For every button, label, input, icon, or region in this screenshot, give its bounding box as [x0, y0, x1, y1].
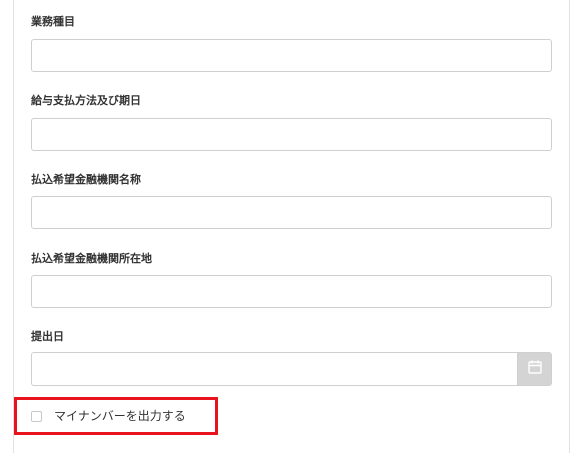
form-panel: 業務種目 給与支払方法及び期日 払込希望金融機関名称 払込希望金融機関所在地 提…: [0, 0, 581, 453]
calendar-button[interactable]: [517, 353, 551, 385]
bank-address-label: 払込希望金融機関所在地: [31, 252, 152, 265]
my-number-checkbox-row[interactable]: マイナンバーを出力する: [31, 408, 186, 424]
business-type-input[interactable]: [31, 39, 552, 72]
submit-date-label: 提出日: [31, 330, 64, 343]
my-number-checkbox-label: マイナンバーを出力する: [54, 409, 186, 423]
bank-name-label: 払込希望金融機関名称: [31, 173, 141, 186]
panel-left-border: [13, 0, 14, 453]
bank-address-input[interactable]: [31, 275, 552, 308]
my-number-checkbox[interactable]: [31, 410, 42, 422]
panel-right-border: [569, 0, 570, 453]
business-type-label: 業務種目: [31, 15, 75, 28]
submit-date-input[interactable]: [32, 353, 517, 385]
bank-name-input[interactable]: [31, 196, 552, 229]
salary-payment-input[interactable]: [31, 118, 552, 151]
submit-date-field: [31, 352, 552, 386]
salary-payment-label: 給与支払方法及び期日: [31, 94, 141, 107]
calendar-icon: [527, 359, 543, 379]
